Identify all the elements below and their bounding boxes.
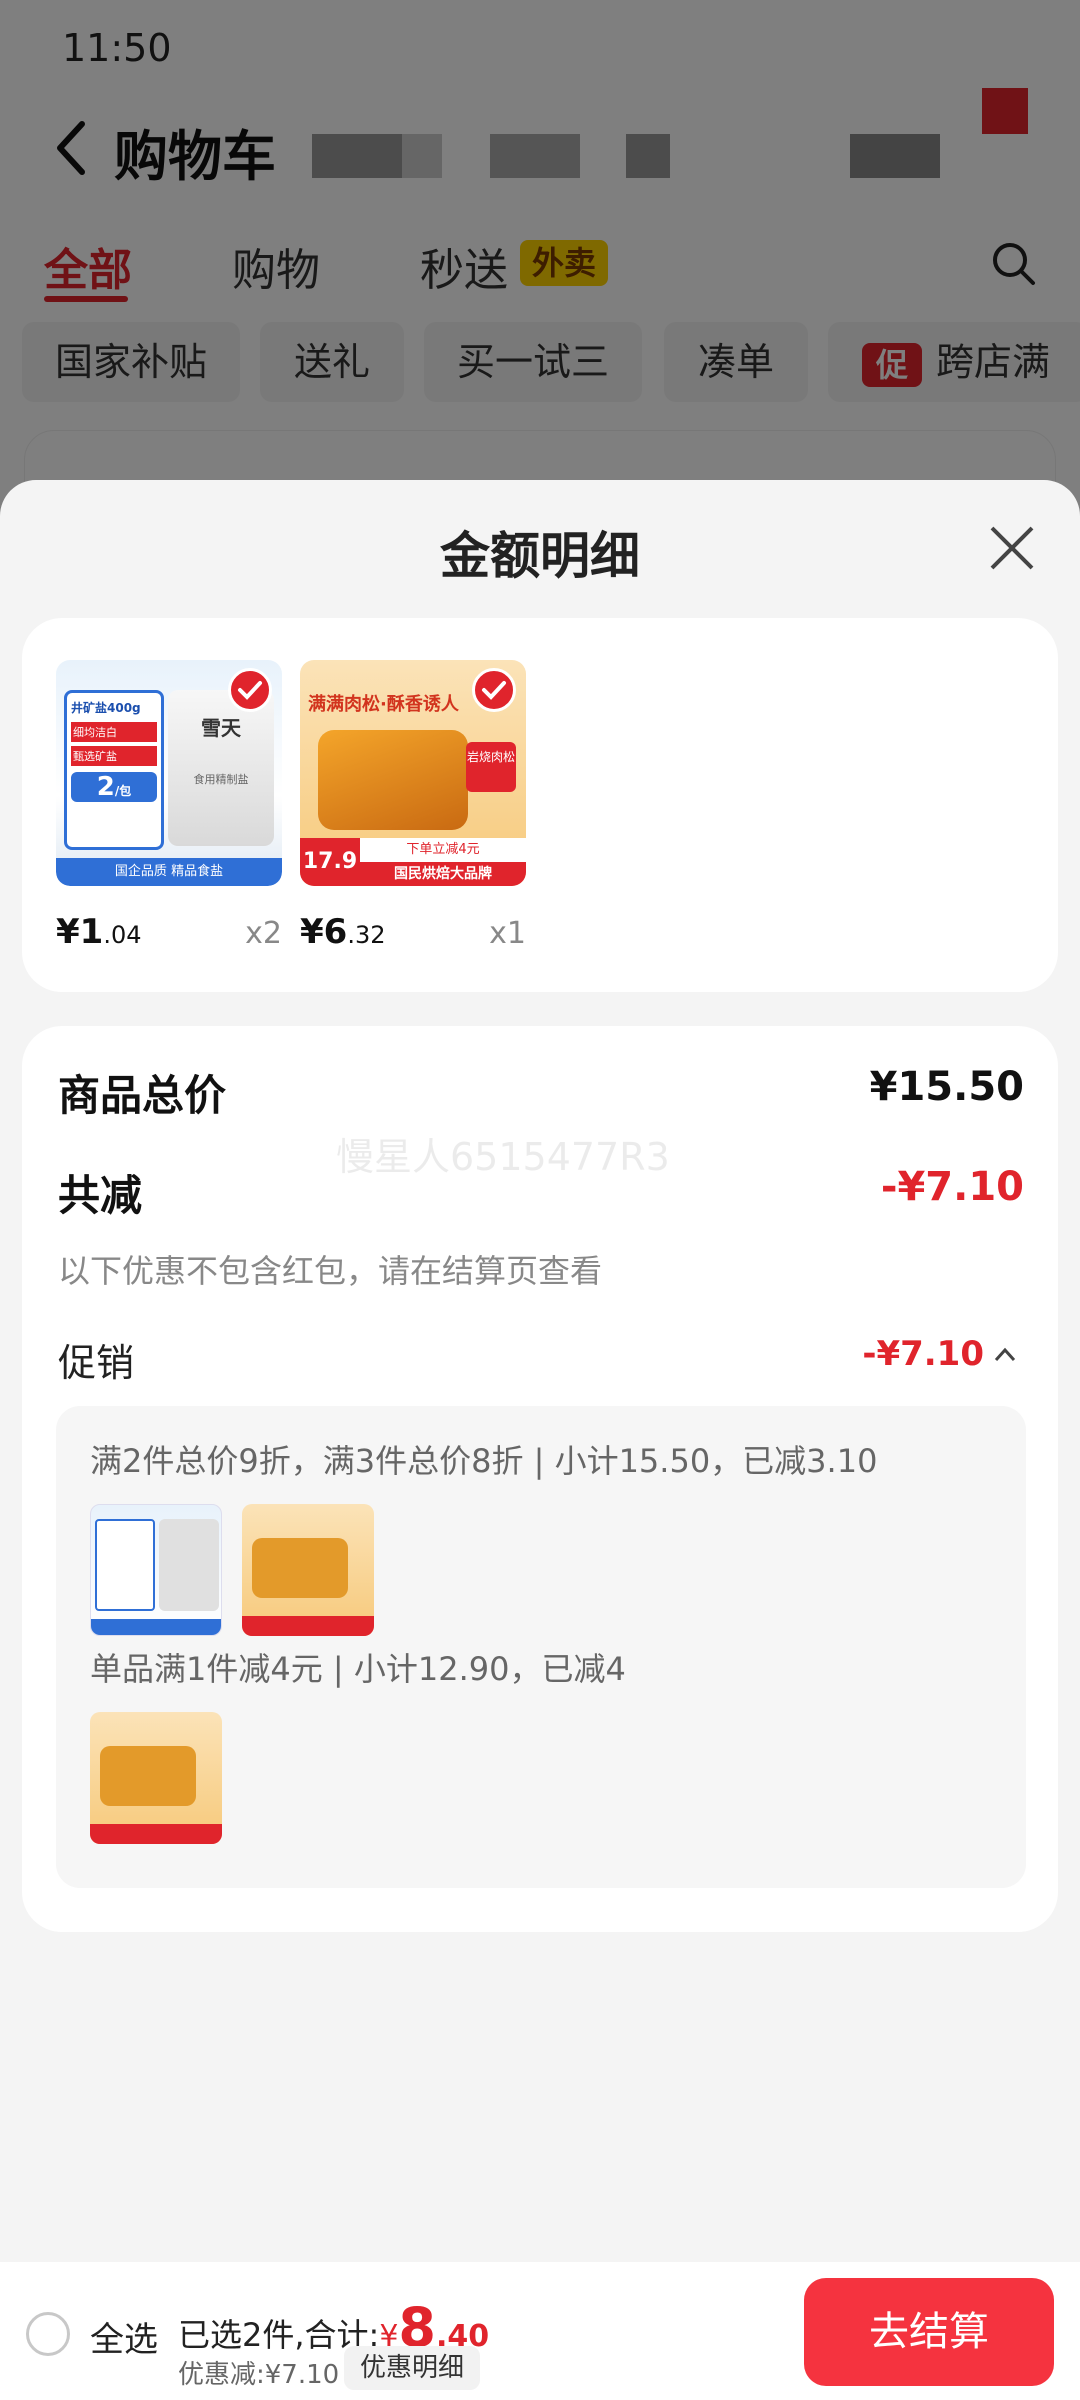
product-salt-check-icon[interactable]: [228, 668, 272, 712]
thumb-bread-2-banner: [90, 1824, 222, 1844]
modal-overlay[interactable]: [0, 0, 1080, 520]
close-icon[interactable]: [988, 524, 1036, 572]
bread-banner: 国民烘焙大品牌: [360, 862, 526, 886]
promo-thumb-bread: [242, 1504, 374, 1636]
product-bread-image: 满满肉松·酥香诱人 岩烧肉松 17.9 下单立减4元 国民烘焙大品牌: [300, 660, 526, 886]
promo-rule-1: 满2件总价9折，满3件总价8折 | 小计15.50，已减3.10: [90, 1442, 878, 1480]
promo-thumb-salt: [90, 1504, 222, 1636]
promo-value[interactable]: -¥7.10: [862, 1334, 984, 1374]
product-bread-check-icon[interactable]: [472, 668, 516, 712]
product-salt-price: ¥1.04: [56, 912, 142, 952]
discount-detail-button[interactable]: 优惠明细: [344, 2346, 481, 2390]
sheet-title: 金额明细: [440, 527, 640, 585]
salt-pack: 井矿盐400g 细均洁白 甄选矿盐 2/包: [64, 690, 164, 850]
salt-pack-title: 井矿盐400g: [71, 701, 141, 715]
bread-offer: 下单立减4元: [360, 838, 526, 862]
promo-label: 促销: [58, 1341, 135, 1385]
product-bread-price: ¥6.32: [300, 912, 386, 952]
total-label: 商品总价: [58, 1071, 227, 1120]
summary-card: 商品总价 ¥15.50 慢星人6515477R3 共减 -¥7.10 以下优惠不…: [22, 1026, 1058, 1932]
product-bread[interactable]: 满满肉松·酥香诱人 岩烧肉松 17.9 下单立减4元 国民烘焙大品牌 ¥6.32…: [300, 660, 526, 952]
discount-note: 以下优惠不包含红包，请在结算页查看: [58, 1252, 603, 1290]
salt-bag-label: 食用精制盐: [193, 773, 249, 786]
select-all-radio[interactable]: [26, 2312, 70, 2356]
promo-thumb-bread-2: [90, 1712, 222, 1844]
product-salt-image: 井矿盐400g 细均洁白 甄选矿盐 2/包 雪天 食用精制盐 国企品质 精品食盐: [56, 660, 282, 886]
thumb-salt-pack: [95, 1519, 155, 1611]
thumb-bread-toast: [252, 1538, 348, 1598]
bread-price: 17.9: [300, 838, 360, 886]
watermark: 慢星人6515477R3: [336, 1135, 670, 1179]
promo-detail-box: 满2件总价9折，满3件总价8折 | 小计15.50，已减3.10 单品满1件减4…: [56, 1406, 1026, 1888]
promo-rule-2: 单品满1件减4元 | 小计12.90，已减4: [90, 1650, 626, 1688]
products-card: 井矿盐400g 细均洁白 甄选矿盐 2/包 雪天 食用精制盐 国企品质 精品食盐…: [22, 618, 1058, 992]
chevron-up-icon[interactable]: [992, 1342, 1018, 1368]
salt-pack-tag1: 细均洁白: [71, 722, 157, 742]
checkout-button[interactable]: 去结算: [804, 2278, 1054, 2386]
thumb-salt-bag: [159, 1519, 219, 1611]
amount-detail-sheet: 金额明细 井矿盐400g 细均洁白 甄选矿盐 2/包 雪天 食用精制盐 国企品质…: [0, 480, 1080, 2400]
bread-toast: [318, 730, 468, 830]
discount-label: 共减: [58, 1171, 143, 1220]
product-bread-qty: x1: [489, 916, 526, 951]
bread-tag: 岩烧肉松: [466, 742, 516, 792]
thumb-bread-2-toast: [100, 1746, 196, 1806]
select-all-label[interactable]: 全选: [90, 2312, 158, 2361]
total-value: ¥15.50: [869, 1064, 1024, 1110]
thumb-bread-banner: [242, 1616, 374, 1636]
salt-pack-tag2: 甄选矿盐: [71, 746, 157, 766]
thumb-salt-banner: [91, 1619, 221, 1635]
bread-headline: 满满肉松·酥香诱人: [308, 694, 459, 715]
product-salt[interactable]: 井矿盐400g 细均洁白 甄选矿盐 2/包 雪天 食用精制盐 国企品质 精品食盐…: [56, 660, 282, 952]
salt-bag: 雪天 食用精制盐: [168, 690, 274, 846]
saved-amount: 优惠减:¥7.10: [178, 2360, 340, 2390]
salt-pack-price: 2/包: [71, 772, 157, 802]
product-salt-qty: x2: [245, 916, 282, 951]
salt-banner: 国企品质 精品食盐: [56, 858, 282, 886]
checkout-bar: 全选 已选2件,合计:¥8.40 优惠减:¥7.10 优惠明细 去结算: [0, 2262, 1080, 2400]
salt-brand: 雪天: [201, 716, 241, 740]
discount-value: -¥7.10: [880, 1164, 1024, 1210]
